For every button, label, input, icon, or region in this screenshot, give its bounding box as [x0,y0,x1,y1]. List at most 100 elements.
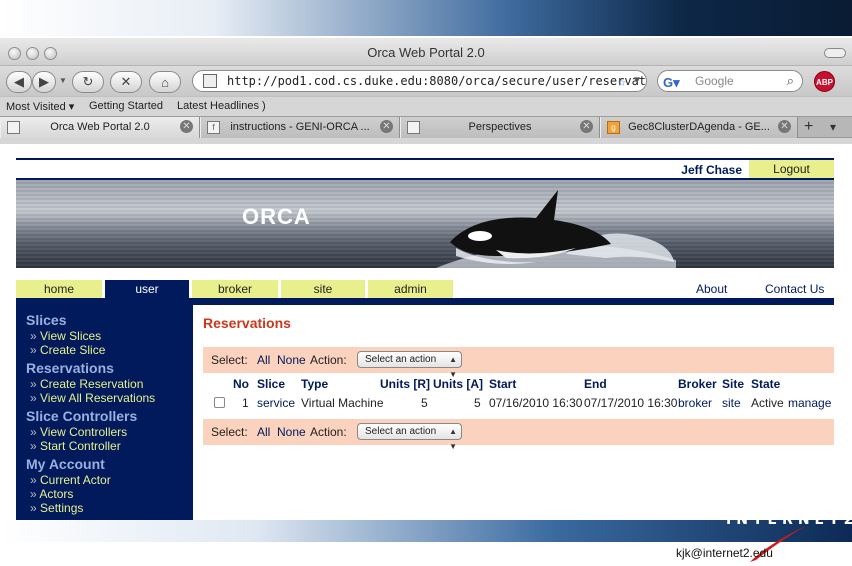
new-tab-icon[interactable]: + [804,118,813,136]
rss-icon: ) [262,100,266,112]
title-bar: Orca Web Portal 2.0 [0,38,852,66]
home-icon: ⌂ [161,74,169,90]
sidebar-item-view-controllers[interactable]: » View Controllers [26,425,193,439]
contact-us-link[interactable]: Contact Us [765,282,824,296]
select-none-link[interactable]: None [277,353,306,367]
tab-label: Orca Web Portal 2.0 [50,121,150,133]
cell-type: Virtual Machine [301,396,384,410]
column-header-state: State [751,377,781,391]
cell-units-a: 5 [474,396,481,410]
select-all-link[interactable]: All [257,353,270,367]
sidebar-heading-my-account: My Account [26,456,105,472]
action-label: Action: [310,353,347,367]
arrow-icon: » [30,487,40,501]
column-header-no: No [233,377,249,391]
sidebar-item-start-controller[interactable]: » Start Controller [26,439,193,453]
column-header-broker: Broker [678,377,717,391]
url-bar[interactable]: http://pod1.cod.cs.duke.edu:8080/orca/se… [192,70,647,92]
updown-arrow-icon: ▲ ▼ [449,427,457,451]
sidebar-heading-reservations: Reservations [26,360,114,376]
slide-top-band [0,0,852,36]
cell-units-r: 5 [421,396,428,410]
main-nav: home user broker site admin About Contac… [16,280,834,299]
home-button[interactable]: ⌂ [149,71,181,93]
cell-state: Active [751,396,784,410]
action-select-value: Select an action [365,354,437,365]
row-checkbox[interactable] [214,397,225,408]
sidebar-item-create-slice[interactable]: » Create Slice [26,343,193,357]
sidebar-item-label: Current Actor [40,473,111,487]
browser-tab-perspectives[interactable]: Perspectives ✕ [400,117,600,138]
sidebar-item-actors[interactable]: » Actors [26,487,193,501]
sidebar-heading-slices: Slices [26,312,67,328]
url-dropdown-icon[interactable]: ▼ [634,71,640,91]
column-header-units-a: Units [A] [433,377,483,391]
tab-label: Gec8ClusterDAgenda - GE... [628,121,770,133]
history-dropdown-icon[interactable]: ▼ [59,76,67,85]
stop-button[interactable]: ✕ [110,71,142,93]
browser-window: Orca Web Portal 2.0 ◀ ▶ ▼ ↻ ✕ ⌂ http://p… [0,38,852,144]
sidebar-item-label: Actors [39,487,74,501]
column-header-type: Type [301,377,329,391]
sidebar-item-settings[interactable]: » Settings [26,501,193,515]
cell-end: 07/17/2010 16:30 [584,396,678,410]
select-label: Select: [211,353,248,367]
arrow-icon: » [30,377,41,391]
sidebar-item-create-reservation[interactable]: » Create Reservation [26,377,193,391]
close-tab-icon[interactable]: ✕ [380,120,393,133]
sidebar-item-label: Start Controller [40,439,121,453]
tab-list-icon[interactable]: ▾ [830,120,836,134]
sidebar-item-current-actor[interactable]: » Current Actor [26,473,193,487]
sidebar-heading-slice-controllers: Slice Controllers [26,408,138,424]
select-bar-top: Select: All None Action: Select an actio… [203,347,834,379]
search-icon[interactable]: ⌕ [787,71,794,91]
close-tab-icon[interactable]: ✕ [778,120,791,133]
tab-admin[interactable]: admin [368,280,453,298]
sidebar-item-view-slices[interactable]: » View Slices [26,329,193,343]
column-header-start: Start [489,377,517,391]
google-icon[interactable]: G▾ [663,73,680,93]
search-input[interactable]: G▾ Google ⌕ [657,70,803,92]
close-tab-icon[interactable]: ✕ [180,120,193,133]
toolbar-toggle-icon[interactable] [824,48,846,58]
arrow-icon: » [30,501,41,515]
action-select[interactable]: Select an action ▲ ▼ [357,351,462,379]
bookmark-most-visited[interactable]: Most Visited ▾ [6,100,74,113]
orca-whale-image [436,190,676,268]
adblock-icon[interactable]: ABP [814,71,835,92]
browser-tab-gec8[interactable]: g Gec8ClusterDAgenda - GE... ✕ [600,117,798,138]
sidebar-item-label: Create Reservation [40,377,144,391]
browser-tab-instructions[interactable]: f instructions - GENI-ORCA ... ✕ [200,117,400,138]
column-header-slice: Slice [257,377,286,391]
about-link[interactable]: About [696,282,727,296]
reload-button[interactable]: ↻ [72,71,104,93]
tab-user[interactable]: user [105,280,189,299]
bookmark-star-icon[interactable]: ☆ [618,72,626,91]
tab-site[interactable]: site [281,280,365,298]
bookmark-getting-started[interactable]: Getting Started [89,100,163,112]
select-none-link[interactable]: None [277,425,306,439]
cell-site-link[interactable]: site [722,396,741,410]
back-button[interactable]: ◀ [6,71,32,93]
forward-button[interactable]: ▶ [32,71,56,93]
cell-slice-link[interactable]: service [257,396,295,410]
sidebar-item-label: View All Reservations [40,391,156,405]
arrow-icon: » [30,439,41,453]
manage-link[interactable]: manage [788,396,831,410]
cell-broker-link[interactable]: broker [678,396,712,410]
browser-tab-orca[interactable]: Orca Web Portal 2.0 ✕ [0,117,200,138]
web-page: Jeff Chase Logout ORCA home user broker … [16,158,834,522]
bookmark-latest-headlines[interactable]: Latest Headlines ) [177,100,266,112]
bookmarks-toolbar: Most Visited ▾ Getting Started Latest He… [0,96,852,116]
logout-button[interactable]: Logout [749,160,834,179]
sidebar-item-view-all-reservations[interactable]: » View All Reservations [26,391,193,405]
sidebar-item-label: View Controllers [40,425,128,439]
select-all-link[interactable]: All [257,425,270,439]
close-tab-icon[interactable]: ✕ [580,120,593,133]
tab-broker[interactable]: broker [192,280,278,298]
tab-home[interactable]: home [16,280,102,298]
column-header-units-r: Units [R] [380,377,430,391]
column-header-site: Site [722,377,745,391]
action-select[interactable]: Select an action ▲ ▼ [357,423,462,451]
slide-email: kjk@internet2.edu [676,546,773,560]
